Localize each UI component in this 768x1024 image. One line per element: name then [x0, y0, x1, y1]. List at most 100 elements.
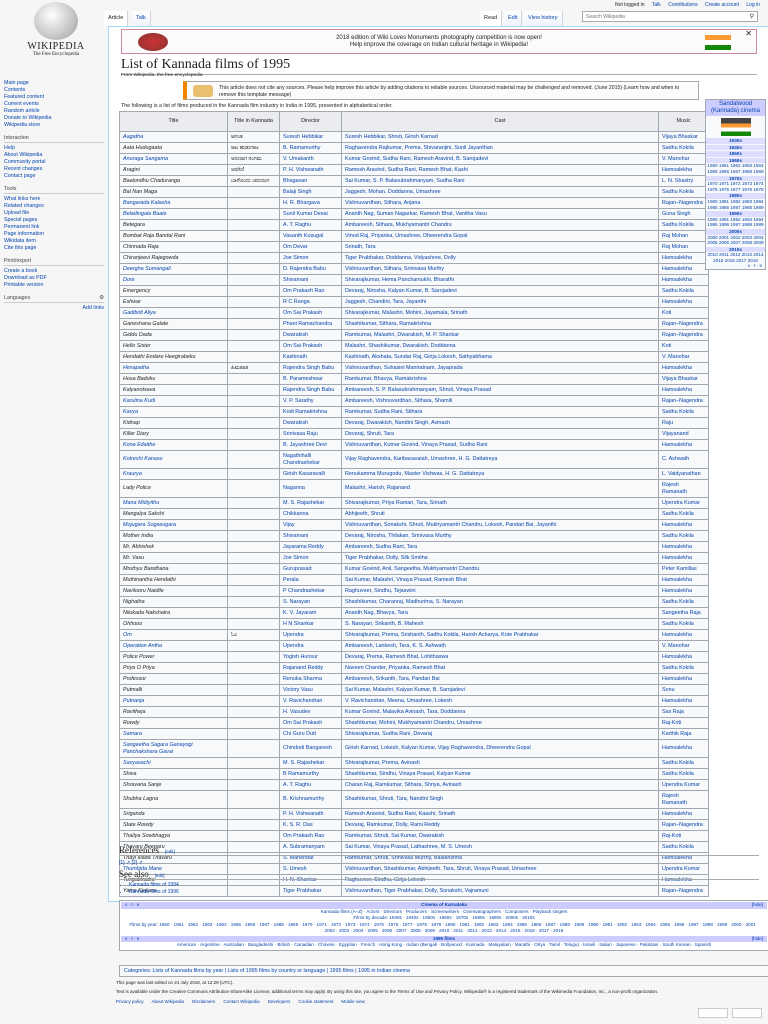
header-director[interactable]: Director — [279, 111, 342, 132]
infobox-title[interactable]: Sandalwood (Kannada) cinema — [706, 100, 765, 116]
cast-cell[interactable]: Shivarajkumar, Malashri, Mohini, Jayamal… — [341, 307, 659, 319]
cast-cell[interactable]: Vishnuvardhan, Tiger Prabhakar, Dolly, S… — [341, 885, 659, 897]
cast-cell[interactable]: Ramkumar, Bhavya, Ramakrishna — [341, 373, 659, 385]
film-title-cell[interactable]: Karulina Kudi — [119, 395, 228, 407]
cast-cell[interactable]: Naveen Chander, Priyanka, Ramesh Bhat — [341, 662, 659, 674]
film-title-cell[interactable]: Shubha Lagna — [119, 790, 228, 809]
film-title-cell[interactable]: Anuraga Sangama — [119, 153, 228, 165]
cast-cell[interactable]: Shashikumar, Sindhu, Vinaya Prasad, Kaly… — [341, 768, 659, 780]
tab-edit[interactable]: Edit — [504, 11, 523, 26]
music-cell[interactable]: Sadhu Kokila — [658, 596, 709, 608]
film-title-cell[interactable]: Shravana Sanje — [119, 779, 228, 791]
film-title-cell[interactable]: Mangalya Sakshi — [119, 508, 228, 520]
music-cell[interactable]: Vijaya Bhaskar — [658, 131, 709, 143]
cast-cell[interactable]: Sai Kumar, Malashri, Vinaya Prasad, Rame… — [341, 574, 659, 586]
decade-years[interactable]: 1990 1991 1992 1993 1994 1995 1996 1997 … — [706, 217, 765, 228]
music-cell[interactable]: V. Manohar — [658, 153, 709, 165]
cast-cell[interactable]: Ambareesh, Vishnuvardhan, Sithara, Shami… — [341, 395, 659, 407]
music-cell[interactable]: Vijaya Bhaskar — [658, 373, 709, 385]
music-cell[interactable]: Hamsalekha — [658, 808, 709, 820]
film-title-cell[interactable]: Thaliya Sowbhagya — [119, 830, 228, 842]
director-cell[interactable]: Vasanth Kusugal — [279, 230, 342, 242]
film-title-cell[interactable]: Kraurya — [119, 468, 228, 480]
music-cell[interactable]: Hamsalekha — [658, 252, 709, 264]
cast-cell[interactable]: Devaraj, Ramkumar, Dolly, Rami Reddy — [341, 819, 659, 831]
see-also-edit-link[interactable]: [edit] — [155, 873, 165, 878]
music-cell[interactable]: Koti — [658, 340, 709, 352]
header-title[interactable]: Title — [119, 111, 228, 132]
music-cell[interactable]: Sadhu Kokila — [658, 406, 709, 418]
cast-cell[interactable]: Srinath, Tara — [341, 241, 659, 253]
sidebar-item[interactable]: Contact page — [4, 173, 104, 180]
search-icon[interactable]: ⚲ — [750, 13, 754, 20]
music-cell[interactable]: Sadhu Kokila — [658, 285, 709, 297]
music-cell[interactable]: V. Manohar — [658, 640, 709, 652]
navbox-vte[interactable]: v · t · e — [125, 902, 139, 909]
director-cell[interactable]: Dwarakish — [279, 329, 342, 341]
music-cell[interactable]: Hamsalekha — [658, 519, 709, 531]
cast-cell[interactable]: Devaraj, Shruti, Tara — [341, 428, 659, 440]
film-title-cell[interactable]: Himapatha — [119, 362, 228, 374]
cast-cell[interactable]: Ambareesh, S. P. Balasubrahmanyam, Shrut… — [341, 384, 659, 396]
cast-cell[interactable]: Ananth Nag, Bhavya, Tara — [341, 607, 659, 619]
navbox-row[interactable]: Films by year: 1960 · 1961 · 1962 · 1963… — [121, 922, 767, 935]
cast-cell[interactable]: V. Ravichandran, Meena, Umashree, Lokesh — [341, 695, 659, 707]
decade-years[interactable]: 1960 1961 1962 1963 1964 1965 1966 1967 … — [706, 163, 765, 174]
music-cell[interactable]: Raj-Koti — [658, 830, 709, 842]
film-title-cell[interactable]: Shiva — [119, 768, 228, 780]
sidebar-item[interactable]: Cite this page — [4, 245, 104, 252]
director-cell[interactable]: Bhagavan — [279, 175, 342, 187]
film-title-cell[interactable]: Kona Edaithe — [119, 439, 228, 451]
film-title-cell[interactable]: Hello Sister — [119, 340, 228, 352]
footer-link[interactable]: Mobile view — [341, 999, 365, 1004]
film-title-cell[interactable]: Dore — [119, 274, 228, 286]
cast-cell[interactable]: Ananth Nag, Suman Nagarkar, Ramesh Bhat,… — [341, 208, 659, 220]
film-title-cell[interactable]: Nighatha — [119, 596, 228, 608]
director-cell[interactable]: Upendra — [279, 640, 342, 652]
tab-talk[interactable]: Talk — [132, 11, 151, 26]
film-title-cell[interactable]: Kidnap — [119, 417, 228, 429]
film-title-cell[interactable]: Bangarada Kalasha — [119, 197, 228, 209]
music-cell[interactable]: L. Vaidyanathan — [658, 468, 709, 480]
director-cell[interactable]: H. Vasudev — [279, 706, 342, 718]
sidebar-item[interactable]: Featured content — [4, 94, 104, 101]
music-cell[interactable]: Sadhu Kokila — [658, 508, 709, 520]
director-cell[interactable]: Vijay — [279, 519, 342, 531]
cast-cell[interactable]: Renukamma Murugodu, Master Vishwas, H. G… — [341, 468, 659, 480]
film-title-cell[interactable]: Aragini — [119, 164, 228, 176]
cast-cell[interactable]: Jaggesh, Mohan, Doddanna, Umashree — [341, 186, 659, 198]
sidebar-item[interactable]: Recent changes — [4, 166, 104, 173]
cast-cell[interactable]: Ramkumar, Shruti, Sai Kumar, Dwarakish — [341, 830, 659, 842]
music-cell[interactable]: Hamsalekha — [658, 629, 709, 641]
music-cell[interactable]: Sadhu Kokila — [658, 618, 709, 630]
decade-header[interactable]: 1940s — [706, 144, 765, 151]
cast-cell[interactable]: Suresh Hebbikar, Shruti, Girish Karnad — [341, 131, 659, 143]
music-cell[interactable]: Hamsalekha — [658, 541, 709, 553]
sidebar-item[interactable]: Random article — [4, 108, 104, 115]
cast-cell[interactable]: Girish Karnad, Lokesh, Kalyan Kumar, Vij… — [341, 739, 659, 758]
director-cell[interactable]: Chindodi Bangaresh — [279, 739, 342, 758]
cast-cell[interactable]: Shivarajkumar, Priya Raman, Tara, Srinat… — [341, 497, 659, 509]
director-cell[interactable]: Dwarakish — [279, 417, 342, 429]
cast-cell[interactable]: Tiger Prabhakar, Dolly, Silk Smitha — [341, 552, 659, 564]
music-cell[interactable]: Hamsalekha — [658, 263, 709, 275]
music-cell[interactable]: Rajan–Nagendra — [658, 885, 709, 897]
sidebar-item[interactable]: Create a book — [4, 268, 104, 275]
sidebar-item[interactable]: Current events — [4, 101, 104, 108]
cast-cell[interactable]: Shashikumar, Mohini, Mukhyamantri Chandr… — [341, 717, 659, 729]
footer-link[interactable]: Cookie statement — [298, 999, 333, 1004]
cast-cell[interactable]: Sai Kumar, Malashri, Kalyan Kumar, B. Sa… — [341, 684, 659, 696]
music-cell[interactable]: V. Manohar — [658, 351, 709, 363]
director-cell[interactable]: B. Jayashree Devi — [279, 439, 342, 451]
music-cell[interactable]: Sadhu Kokila — [658, 219, 709, 231]
director-cell[interactable]: P. H. Vishwanath — [279, 808, 342, 820]
cast-cell[interactable]: Devaraj, Dwarakish, Nandini Singh, Avina… — [341, 417, 659, 429]
director-cell[interactable]: Perala — [279, 574, 342, 586]
director-cell[interactable]: Om Prakash Rao — [279, 285, 342, 297]
music-cell[interactable]: Sadhu Kokila — [658, 757, 709, 769]
film-title-cell[interactable]: Hendathi Endare Heegirabeku — [119, 351, 228, 363]
cast-cell[interactable]: Malashri, Harish, Rajanand — [341, 479, 659, 498]
music-cell[interactable]: Sadhu Kokila — [658, 768, 709, 780]
cast-cell[interactable]: Ambareesh, Sithara, Mukhyamantri Chandru — [341, 219, 659, 231]
talk-link[interactable]: Talk — [652, 2, 661, 8]
